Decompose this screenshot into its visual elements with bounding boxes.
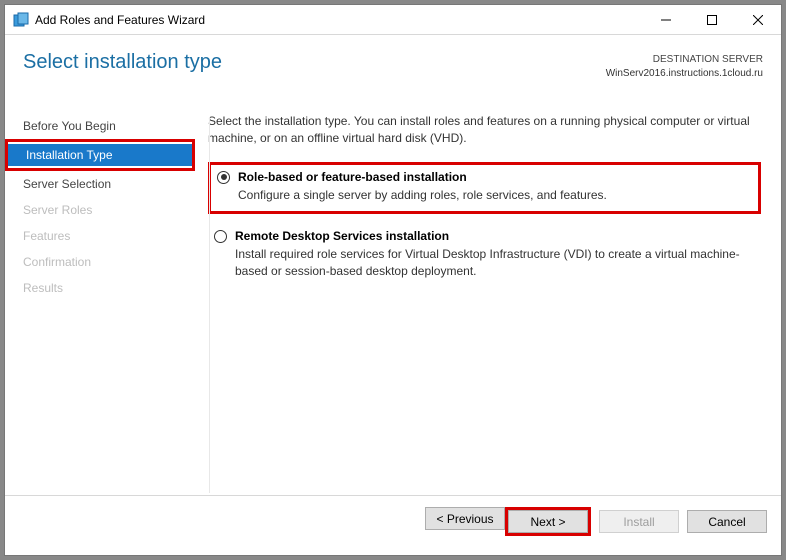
sidebar-item-server-roles: Server Roles xyxy=(5,197,195,223)
option-desc: Install required role services for Virtu… xyxy=(235,246,755,281)
option-remote-desktop[interactable]: Remote Desktop Services installation Ins… xyxy=(208,224,761,287)
next-button[interactable]: Next > xyxy=(508,510,588,533)
sidebar-item-features: Features xyxy=(5,223,195,249)
maximize-button[interactable] xyxy=(689,5,735,34)
window-controls xyxy=(643,5,781,34)
titlebar: Add Roles and Features Wizard xyxy=(5,5,781,35)
option-text: Role-based or feature-based installation… xyxy=(238,169,607,205)
header-area: Select installation type DESTINATION SER… xyxy=(5,35,781,113)
sidebar-highlight: Installation Type xyxy=(5,139,195,171)
cancel-button[interactable]: Cancel xyxy=(687,510,767,533)
minimize-button[interactable] xyxy=(643,5,689,34)
wizard-icon xyxy=(13,12,29,28)
separator-line xyxy=(209,117,210,493)
wizard-window: Add Roles and Features Wizard Select ins… xyxy=(4,4,782,556)
intro-text: Select the installation type. You can in… xyxy=(208,113,761,148)
content-area: Select the installation type. You can in… xyxy=(195,113,781,495)
previous-button[interactable]: < Previous xyxy=(425,507,505,530)
option-desc: Configure a single server by adding role… xyxy=(238,187,607,204)
sidebar-item-installation-type[interactable]: Installation Type xyxy=(8,144,192,166)
footer-buttons: < Previous Next > Install Cancel xyxy=(5,495,781,547)
close-button[interactable] xyxy=(735,5,781,34)
destination-name: WinServ2016.instructions.1cloud.ru xyxy=(606,67,763,81)
window-title: Add Roles and Features Wizard xyxy=(35,13,643,27)
page-title: Select installation type xyxy=(23,51,606,74)
option-text: Remote Desktop Services installation Ins… xyxy=(235,228,755,281)
install-button: Install xyxy=(599,510,679,533)
next-button-highlight: Next > xyxy=(505,507,591,536)
sidebar-item-results: Results xyxy=(5,275,195,301)
body-area: Before You Begin Installation Type Serve… xyxy=(5,113,781,495)
nav-button-group: < Previous Next > xyxy=(425,507,591,536)
sidebar-item-server-selection[interactable]: Server Selection xyxy=(5,171,195,197)
destination-block: DESTINATION SERVER WinServ2016.instructi… xyxy=(606,51,763,81)
option-title: Remote Desktop Services installation xyxy=(235,228,755,245)
wizard-sidebar: Before You Begin Installation Type Serve… xyxy=(5,113,195,495)
destination-label: DESTINATION SERVER xyxy=(606,53,763,67)
radio-remote-desktop[interactable] xyxy=(214,230,227,243)
sidebar-item-before-you-begin[interactable]: Before You Begin xyxy=(5,113,195,139)
option-role-based[interactable]: Role-based or feature-based installation… xyxy=(208,162,761,214)
radio-role-based[interactable] xyxy=(217,171,230,184)
sidebar-item-confirmation: Confirmation xyxy=(5,249,195,275)
option-title: Role-based or feature-based installation xyxy=(238,169,607,186)
